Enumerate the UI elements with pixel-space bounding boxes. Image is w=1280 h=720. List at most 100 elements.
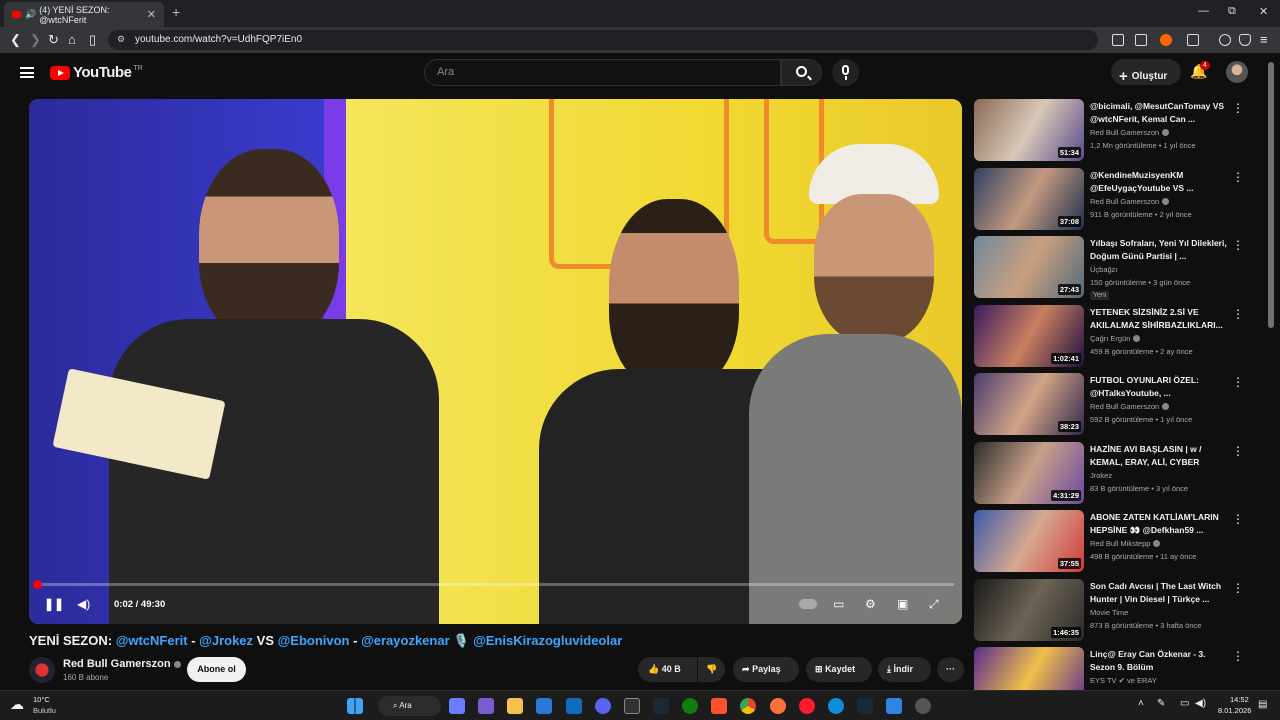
maximize-button[interactable]: ⧉ — [1228, 5, 1236, 18]
discord-icon[interactable] — [595, 698, 611, 714]
window-close-button[interactable]: ✕ — [1259, 5, 1268, 18]
store-icon[interactable] — [536, 698, 552, 714]
tab-close-icon[interactable]: ✕ — [147, 8, 156, 21]
more-options-icon[interactable]: ⋮ — [1232, 444, 1244, 458]
video-thumbnail[interactable]: 4:31:29 — [974, 441, 1084, 504]
notification-center-icon[interactable]: ▤ — [1258, 699, 1267, 710]
search-button[interactable] — [781, 59, 822, 86]
network-icon[interactable]: ▭ — [1180, 698, 1189, 709]
video-thumbnail[interactable]: 37:08 — [974, 167, 1084, 230]
search-input[interactable]: Ara — [424, 59, 781, 86]
recommendation-title[interactable]: YETENEK SİZSİNİZ 2.Sİ VE AKILALMAZ SİHİR… — [1090, 306, 1230, 332]
more-options-icon[interactable]: ⋮ — [1232, 170, 1244, 184]
browser-tab[interactable]: 🔊 (4) YENİ SEZON: @wtcNFerit ✕ — [4, 2, 164, 27]
recommendation-item[interactable]: 1:02:41 YETENEK SİZSİNİZ 2.Sİ VE AKILALMA… — [974, 304, 1259, 369]
recommendation-item[interactable]: 27:43 Yılbaşı Sofraları, Yeni Yıl Dilekle… — [974, 236, 1259, 300]
like-button[interactable]: 👍 40 B — [638, 657, 697, 682]
reload-icon[interactable]: ↻ — [48, 32, 59, 48]
url-field[interactable]: ⚙ youtube.com/watch?v=UdhFQP7iEn0 — [108, 30, 1098, 50]
recommendation-channel[interactable]: EYS TV ✔ ve ERAY — [1090, 676, 1157, 685]
recommendation-channel[interactable]: Red Bull Gamerszon — [1090, 197, 1170, 206]
more-options-icon[interactable]: ⋮ — [1232, 101, 1244, 115]
recommendation-title[interactable]: Son Cadı Avcısı | The Last Witch Hunter … — [1090, 580, 1230, 606]
vpn-icon[interactable] — [1239, 34, 1251, 46]
video-thumbnail[interactable]: 37:55 — [974, 510, 1084, 572]
pause-icon[interactable]: ❚❚ — [44, 597, 64, 611]
recommendation-channel[interactable]: Çağrı Ergün — [1090, 334, 1141, 343]
windows-start-icon[interactable] — [347, 698, 363, 714]
weather-temp[interactable]: 10°C — [33, 695, 50, 704]
firefox-icon[interactable] — [770, 698, 786, 714]
youtube-logo[interactable]: YouTube TR — [50, 64, 143, 81]
channel-avatar[interactable] — [29, 657, 55, 683]
steam-icon[interactable] — [653, 698, 669, 714]
recommendation-channel[interactable]: Red Bull Gamerszon — [1090, 128, 1170, 137]
progress-scrubber[interactable] — [33, 580, 42, 589]
autoplay-toggle[interactable] — [799, 599, 817, 609]
volume-tray-icon[interactable]: ◀) — [1195, 698, 1206, 709]
recommendation-channel[interactable]: Üçbağzı — [1090, 265, 1118, 274]
tray-pen-icon[interactable]: ✎ — [1157, 698, 1165, 709]
video-thumbnail[interactable]: 38:23 — [974, 373, 1084, 435]
opera-icon[interactable] — [799, 698, 815, 714]
recommendation-item[interactable]: 37:08 @KendineMuzisyenKM @EfeUygaçYoutube… — [974, 167, 1259, 232]
epic-games-icon[interactable] — [624, 698, 640, 714]
dislike-button[interactable]: 👎 — [698, 657, 725, 682]
recommendation-title[interactable]: @KendineMuzisyenKM @EfeUygaçYoutube VS .… — [1090, 169, 1230, 195]
tray-chevron-icon[interactable]: ˄ — [1138, 698, 1144, 709]
xbox-icon[interactable] — [682, 698, 698, 714]
hamburger-menu-icon[interactable] — [20, 67, 34, 78]
share-button[interactable]: ➦ Paylaş — [733, 657, 799, 682]
clock-date[interactable]: 8.01.2026 — [1218, 706, 1251, 715]
recommendation-item[interactable]: 38:23 FUTBOL OYUNLARI ÖZEL: @HTalksYoutub… — [974, 373, 1259, 437]
steam-icon-2[interactable] — [857, 698, 873, 714]
download-button[interactable]: ⤓ İndir — [878, 657, 931, 682]
channel-name[interactable]: Red Bull Gamerszon — [63, 658, 181, 670]
recommendation-title[interactable]: Linç@ Eray Can Özkenar - 3. Sezon 9. Böl… — [1090, 648, 1230, 674]
video-thumbnail[interactable]: 51:34 — [974, 99, 1084, 161]
progress-bar-track[interactable] — [37, 583, 954, 586]
more-options-icon[interactable]: ⋮ — [1232, 238, 1244, 252]
recommendation-channel[interactable]: Red Bull Gamerszon — [1090, 402, 1170, 411]
recommendation-title[interactable]: Yılbaşı Sofraları, Yeni Yıl Dilekleri, D… — [1090, 237, 1230, 263]
sidebar-icon[interactable] — [1187, 34, 1199, 46]
video-player[interactable]: ❚❚ ◀) 0:02 / 49:30 ▭ ⚙ ▣ ⤢ — [29, 99, 962, 624]
volume-icon[interactable]: ◀) — [77, 597, 90, 611]
home-icon[interactable]: ⌂ — [68, 32, 76, 47]
brave-shield-icon[interactable] — [1160, 34, 1172, 46]
recommendation-title[interactable]: HAZİNE AVI BAŞLASIN | w / KEMAL, ERAY, A… — [1090, 443, 1230, 469]
copilot-icon[interactable] — [449, 698, 465, 714]
more-actions-button[interactable]: ··· — [937, 657, 964, 682]
subscribe-button[interactable]: Abone ol — [187, 657, 246, 682]
more-options-icon[interactable]: ⋮ — [1232, 375, 1244, 389]
more-options-icon[interactable]: ⋮ — [1232, 649, 1244, 663]
browser-menu-icon[interactable]: ≡ — [1260, 32, 1268, 47]
subtitles-icon[interactable]: ▭ — [833, 597, 844, 611]
recommendation-channel[interactable]: Movie Time — [1090, 608, 1128, 617]
recommendation-item[interactable]: 1:46:35 Son Cadı Avcısı | The Last Witch … — [974, 578, 1259, 643]
more-options-icon[interactable]: ⋮ — [1232, 307, 1244, 321]
voice-search-button[interactable] — [832, 59, 859, 86]
save-button[interactable]: ⊞ Kaydet — [806, 657, 872, 682]
cast-icon[interactable] — [1112, 34, 1124, 46]
recommendation-item[interactable]: 4:31:29 HAZİNE AVI BAŞLASIN | w / KEMAL, … — [974, 441, 1259, 506]
site-info-icon[interactable]: ⚙ — [117, 34, 125, 45]
brave-icon[interactable] — [711, 698, 727, 714]
recommendation-title[interactable]: ABONE ZATEN KATLİAM'LARIN HEPSİNE 👀 @Def… — [1090, 511, 1230, 537]
recommendation-title[interactable]: @bicimali, @MesutCanTomay VS @wtcNFerit,… — [1090, 100, 1230, 126]
forward-icon[interactable]: ❯ — [30, 32, 41, 48]
video-thumbnail[interactable]: 27:43 — [974, 236, 1084, 298]
recommendation-channel[interactable]: Red Bull Mikstepp — [1090, 539, 1161, 548]
minimize-button[interactable]: — — [1198, 5, 1209, 17]
bookmark-icon[interactable]: ▯ — [89, 32, 96, 48]
user-avatar[interactable] — [1226, 61, 1248, 83]
video-thumbnail[interactable]: 1:02:41 — [974, 304, 1084, 367]
mention-link[interactable]: @Ebonivon — [278, 633, 350, 648]
chrome-icon[interactable] — [740, 698, 756, 714]
more-options-icon[interactable]: ⋮ — [1232, 581, 1244, 595]
media-icon[interactable] — [1219, 34, 1231, 46]
more-options-icon[interactable]: ⋮ — [1232, 512, 1244, 526]
clock-time[interactable]: 14:52 — [1230, 695, 1249, 704]
recommendation-channel[interactable]: Jrokez — [1090, 471, 1112, 480]
mention-link[interactable]: @EnisKirazogluvideolar — [473, 633, 622, 648]
